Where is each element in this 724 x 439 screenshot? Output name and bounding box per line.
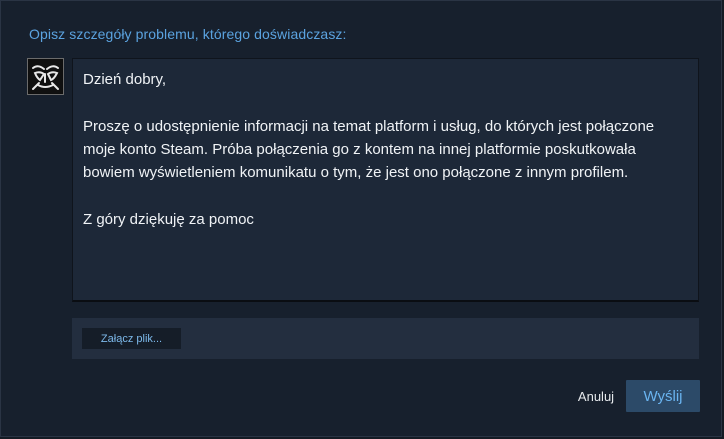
attach-file-button[interactable]: Załącz plik... [82,328,181,349]
cancel-button[interactable]: Anuluj [567,384,625,408]
stylized-face-avatar-icon [29,60,62,93]
prompt-label: Opisz szczegóły problemu, którego doświa… [29,26,347,42]
problem-description-textarea[interactable]: Dzień dobry, Proszę o udostępnienie info… [72,58,699,302]
attachment-bar: Załącz plik... [72,318,699,359]
support-form-panel: Opisz szczegóły problemu, którego doświa… [0,0,722,437]
user-avatar [27,58,64,95]
send-button[interactable]: Wyślij [626,380,700,412]
problem-description-text[interactable]: Dzień dobry, Proszę o udostępnienie info… [83,68,683,231]
